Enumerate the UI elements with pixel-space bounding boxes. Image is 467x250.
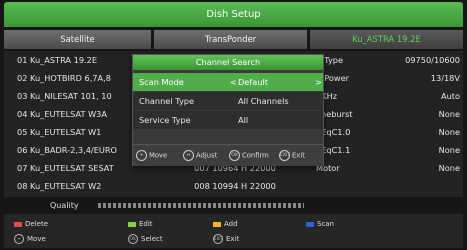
param-label-diseqc10: SEqC1.0 <box>316 127 351 137</box>
blue-key-icon <box>306 221 314 227</box>
ok-icon: OK <box>229 150 240 161</box>
satellite-list-item[interactable]: 07 Ku_EUTELSAT SESAT <box>17 159 147 177</box>
service-type-value: All <box>238 115 249 125</box>
delete-key[interactable]: Delete <box>14 219 48 229</box>
green-key-icon <box>128 221 136 227</box>
satellite-list-item[interactable]: 02 Ku_HOTBIRD 6,7A,8 <box>17 69 147 87</box>
column-header-transponder: TransPonder <box>154 30 307 49</box>
transponder-list-item[interactable]: 008 10994 H 22000 <box>170 177 300 195</box>
column-header-satellite: Satellite <box>4 30 151 49</box>
satellite-list-item[interactable]: 08 Ku_EUTELSAT W2 <box>17 177 147 195</box>
satellite-list-item[interactable]: 05 Ku_EUTELSAT W1 <box>17 123 147 141</box>
dialog-exit-hint: EXIT Exit <box>279 150 305 161</box>
dpad-icon: + <box>136 150 147 161</box>
selected-satellite-name: Ku_ASTRA 19.2E <box>310 30 463 49</box>
param-label-motor: Motor <box>316 163 340 173</box>
select-key[interactable]: OK Select <box>128 234 163 244</box>
channel-type-label: Channel Type <box>139 96 195 106</box>
param-value-diseqc11[interactable]: None <box>378 141 460 159</box>
scan-label: Scan <box>317 220 335 228</box>
satellite-list-item[interactable]: 04 Ku_EUTELSAT W3A <box>17 105 147 123</box>
exit-icon: EXIT <box>279 150 290 161</box>
ok-icon: OK <box>128 234 138 244</box>
quality-bar <box>98 203 304 208</box>
exit-key[interactable]: EXIT Exit <box>213 234 239 244</box>
yellow-key-icon <box>213 221 221 227</box>
red-key-icon <box>14 221 22 227</box>
exit-label: Exit <box>226 235 240 243</box>
move-label: Move <box>27 235 46 243</box>
satellite-list-item[interactable]: 03 Ku_NILESAT 101, 10 <box>17 87 147 105</box>
dialog-confirm-label: Confirm <box>242 151 269 160</box>
page-title: Dish Setup <box>4 2 463 27</box>
dialog-footer: + Move ↔ Adjust OK Confirm EXIT Exit <box>133 144 323 166</box>
exit-icon: EXIT <box>213 234 223 244</box>
move-key[interactable]: + Move <box>14 234 46 244</box>
param-value-lnb-type[interactable]: 09750/10600 <box>378 51 460 69</box>
channel-search-dialog: Channel Search Scan Mode < Default > Cha… <box>133 55 323 166</box>
service-type-label: Service Type <box>139 115 191 125</box>
param-label-lnb-power: B Power <box>316 73 349 83</box>
quality-label: Quality <box>50 201 79 210</box>
edit-key[interactable]: Edit <box>128 219 153 229</box>
add-key[interactable]: Add <box>213 219 238 229</box>
param-value-lnb-power[interactable]: 13/18V <box>378 69 460 87</box>
arrow-right-icon[interactable]: > <box>315 73 322 91</box>
satellite-list-item[interactable]: 06 Ku_BADR-2,3,4/EURO <box>17 141 147 159</box>
dialog-move-label: Move <box>149 151 168 160</box>
param-value-motor[interactable]: None <box>378 159 460 177</box>
param-value-22khz[interactable]: Auto <box>378 87 460 105</box>
param-label-lnb-type: B Type <box>316 55 344 65</box>
param-label-diseqc11: SEqC1.1 <box>316 145 351 155</box>
channel-type-option[interactable]: Channel Type All Channels <box>133 92 323 110</box>
dialog-move-hint: + Move <box>136 150 167 161</box>
key-legend-bar: Delete Edit Add Scan + Move OK Select EXIT… <box>4 214 463 248</box>
channel-type-value: All Channels <box>238 96 289 106</box>
dialog-confirm-hint: OK Confirm <box>229 150 269 161</box>
delete-label: Delete <box>25 220 48 228</box>
param-value-diseqc10[interactable]: None <box>378 123 460 141</box>
dialog-title: Channel Search <box>133 55 323 70</box>
param-label-toneburst: oneburst <box>316 109 353 119</box>
scan-mode-option[interactable]: Scan Mode < Default > <box>133 73 323 91</box>
scan-mode-value: Default <box>238 77 268 87</box>
add-label: Add <box>224 220 238 228</box>
scan-mode-label: Scan Mode <box>139 77 184 87</box>
signal-quality: Quality <box>4 199 463 212</box>
arrow-left-icon[interactable]: < <box>230 73 237 91</box>
param-value-toneburst[interactable]: None <box>378 105 460 123</box>
dpad-icon: + <box>14 234 24 244</box>
scan-key[interactable]: Scan <box>306 219 334 229</box>
service-type-option[interactable]: Service Type All <box>133 111 323 129</box>
satellite-list-item[interactable]: 01 Ku_ASTRA 19.2E <box>17 51 147 69</box>
left-right-icon: ↔ <box>183 150 194 161</box>
dialog-adjust-label: Adjust <box>196 151 218 160</box>
param-label-22khz: 2KHz <box>316 91 338 101</box>
edit-label: Edit <box>139 220 153 228</box>
dialog-adjust-hint: ↔ Adjust <box>183 150 217 161</box>
dialog-exit-label: Exit <box>292 151 305 160</box>
select-label: Select <box>141 235 163 243</box>
